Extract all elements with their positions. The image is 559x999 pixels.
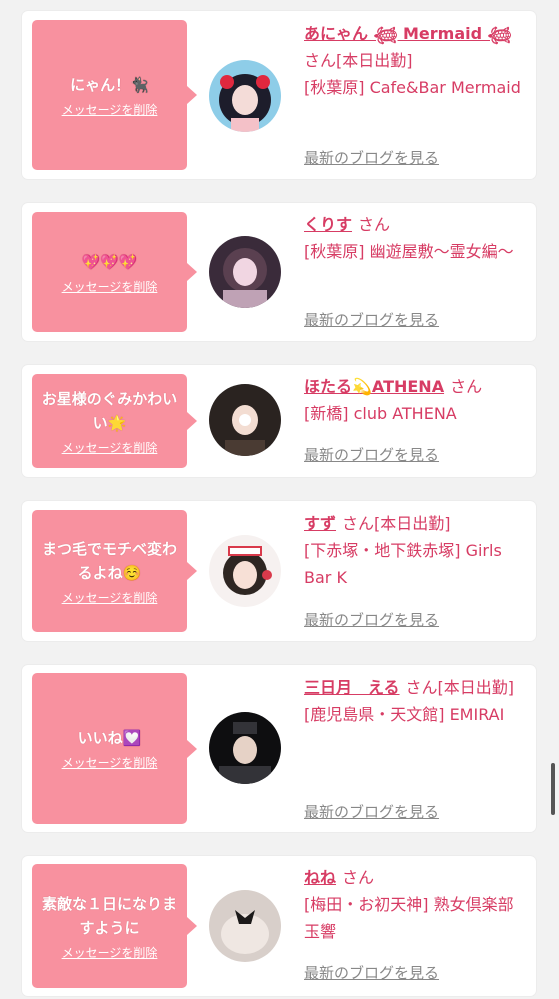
- message-bubble: にゃん！🐈‍⬛ メッセージを削除: [32, 20, 197, 170]
- message-text: にゃん！🐈‍⬛: [70, 75, 149, 94]
- cast-name-link[interactable]: 三日月 える: [304, 678, 400, 697]
- cast-info: 三日月 える さん[本日出勤] [鹿児島県・天文館] EMIRAI: [304, 674, 530, 728]
- message-text: まつ毛でモチベ変わるよね☺️: [41, 539, 177, 582]
- cast-name-link[interactable]: あにゃん 𓆉 Mermaid 𓆉: [304, 24, 512, 43]
- cast-info: あにゃん 𓆉 Mermaid 𓆉 さん[本日出勤] [秋葉原] Cafe&Bar…: [304, 20, 530, 101]
- list-item: にゃん！🐈‍⬛ メッセージを削除 あにゃん 𓆉 Mermaid 𓆉 さん[本日出…: [22, 11, 536, 179]
- message-bubble: 素敵な１日になりますように メッセージを削除: [32, 864, 197, 988]
- cast-name-link[interactable]: くりす: [304, 215, 352, 234]
- avatar[interactable]: [209, 535, 281, 607]
- cast-info: ほたる💫ATHENA さん [新橋] club ATHENA: [304, 373, 530, 427]
- avatar[interactable]: [209, 236, 281, 308]
- avatar[interactable]: [209, 712, 281, 784]
- cast-name-link[interactable]: すず: [304, 514, 336, 533]
- shop-name: [鹿児島県・天文館] EMIRAI: [304, 705, 505, 724]
- delete-message-link[interactable]: メッセージを削除: [62, 589, 158, 606]
- cast-info: すず さん[本日出勤] [下赤塚・地下鉄赤塚] Girls Bar K: [304, 510, 530, 591]
- latest-blog-link[interactable]: 最新のブログを見る: [304, 962, 439, 983]
- shop-name: [新橋] club ATHENA: [304, 404, 457, 423]
- delete-message-link[interactable]: メッセージを削除: [62, 944, 158, 961]
- message-text: 💖💖💖: [81, 252, 138, 271]
- message-text: お星様のぐみかわいい🌟: [41, 389, 178, 432]
- message-bubble: いいね💟 メッセージを削除: [32, 673, 197, 824]
- avatar[interactable]: [209, 60, 281, 132]
- list-item: 💖💖💖 メッセージを削除 くりす さん [秋葉原] 幽遊屋敷〜霊女編〜 最新のブロ…: [22, 203, 536, 341]
- delete-message-link[interactable]: メッセージを削除: [62, 278, 158, 295]
- scrollbar[interactable]: [551, 763, 555, 815]
- cast-san: さん[本日出勤]: [304, 51, 413, 70]
- cast-info: くりす さん [秋葉原] 幽遊屋敷〜霊女編〜: [304, 211, 530, 265]
- message-text: いいね💟: [77, 729, 142, 747]
- cast-san: さん[本日出勤]: [405, 678, 515, 697]
- shop-name: [下赤塚・地下鉄赤塚] Girls Bar K: [304, 541, 502, 587]
- delete-message-link[interactable]: メッセージを削除: [62, 754, 158, 771]
- delete-message-link[interactable]: メッセージを削除: [62, 439, 158, 456]
- message-bubble: お星様のぐみかわいい🌟 メッセージを削除: [32, 374, 197, 468]
- cast-san: さん: [450, 377, 483, 396]
- delete-message-link[interactable]: メッセージを削除: [62, 101, 158, 118]
- message-text: 素敵な１日になりますように: [41, 894, 177, 937]
- latest-blog-link[interactable]: 最新のブログを見る: [304, 444, 439, 465]
- cast-san: さん[本日出勤]: [342, 514, 451, 533]
- latest-blog-link[interactable]: 最新のブログを見る: [304, 609, 439, 630]
- cast-name-link[interactable]: ほたる💫ATHENA: [304, 377, 444, 396]
- list-item: まつ毛でモチベ変わるよね☺️ メッセージを削除 すず さん[本日出勤] [下赤塚・…: [22, 501, 536, 641]
- message-bubble: 💖💖💖 メッセージを削除: [32, 212, 197, 332]
- shop-name: [秋葉原] Cafe&Bar Mermaid: [304, 78, 521, 97]
- cast-san: さん: [358, 215, 391, 234]
- cast-name-link[interactable]: ねね: [304, 868, 336, 887]
- latest-blog-link[interactable]: 最新のブログを見る: [304, 309, 439, 330]
- list-item: いいね💟 メッセージを削除 三日月 える さん[本日出勤] [鹿児島県・天文館] …: [22, 665, 536, 832]
- list-item: 素敵な１日になりますように メッセージを削除 ねね さん [梅田・お初天神] 熟女…: [22, 856, 536, 996]
- shop-name: [秋葉原] 幽遊屋敷〜霊女編〜: [304, 242, 514, 261]
- latest-blog-link[interactable]: 最新のブログを見る: [304, 801, 439, 822]
- latest-blog-link[interactable]: 最新のブログを見る: [304, 147, 439, 168]
- cast-info: ねね さん [梅田・お初天神] 熟女倶楽部 玉響: [304, 864, 530, 945]
- message-bubble: まつ毛でモチベ変わるよね☺️ メッセージを削除: [32, 510, 197, 632]
- avatar[interactable]: [209, 384, 281, 456]
- shop-name: [梅田・お初天神] 熟女倶楽部 玉響: [304, 895, 514, 941]
- list-item: お星様のぐみかわいい🌟 メッセージを削除 ほたる💫ATHENA さん [新橋] c…: [22, 365, 536, 477]
- avatar[interactable]: [209, 890, 281, 962]
- cast-san: さん: [342, 868, 375, 887]
